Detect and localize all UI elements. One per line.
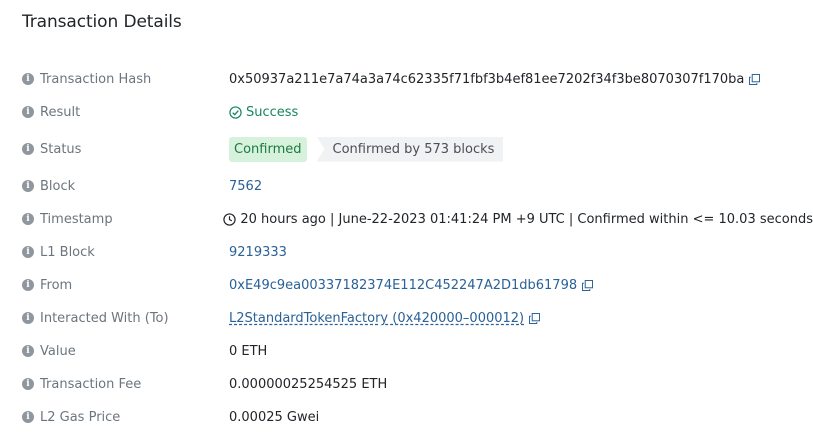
info-icon[interactable]: i [22, 411, 34, 423]
row-from: i From 0xE49c9ea00337182374E112C452247A2… [22, 275, 813, 295]
from-address-link[interactable]: 0xE49c9ea00337182374E112C452247A2D1db617… [229, 278, 577, 293]
row-timestamp: i Timestamp 20 hours ago | June-22-2023 … [22, 209, 813, 229]
row-result: i Result Success [22, 102, 813, 122]
transaction-fee-value: 0.00000025254525 ETH [229, 376, 388, 392]
info-icon[interactable]: i [22, 345, 34, 357]
info-icon[interactable]: i [22, 106, 34, 118]
info-icon[interactable]: i [22, 180, 34, 192]
l2-gas-price-label: L2 Gas Price [40, 409, 121, 425]
status-badge: Confirmed [229, 136, 307, 162]
check-circle-icon [229, 105, 242, 119]
info-icon[interactable]: i [22, 73, 34, 85]
contract-link[interactable]: L2StandardTokenFactory (0x420000–000012) [229, 311, 524, 326]
from-label: From [40, 277, 73, 293]
info-icon[interactable]: i [22, 143, 34, 155]
row-status: i Status Confirmed Confirmed by 573 bloc… [22, 136, 813, 162]
copy-icon[interactable] [749, 73, 761, 85]
confirmations-badge: Confirmed by 573 blocks [316, 136, 504, 162]
row-interacted-with: i Interacted With (To) L2StandardTokenFa… [22, 308, 813, 328]
copy-icon[interactable] [582, 279, 594, 291]
result-value: Success [246, 104, 299, 120]
row-l1-block: i L1 Block 9219333 [22, 242, 813, 262]
l2-gas-price-value: 0.00025 Gwei [229, 409, 320, 425]
transaction-fee-label: Transaction Fee [40, 376, 142, 392]
info-icon[interactable]: i [22, 378, 34, 390]
copy-icon[interactable] [529, 312, 541, 324]
value-amount: 0 ETH [229, 343, 268, 359]
interacted-with-label: Interacted With (To) [40, 310, 169, 326]
row-value: i Value 0 ETH [22, 341, 813, 361]
row-block: i Block 7562 [22, 176, 813, 196]
l1-block-link[interactable]: 9219333 [229, 245, 287, 260]
row-transaction-hash: i Transaction Hash 0x50937a211e7a74a3a74… [22, 69, 813, 89]
row-transaction-fee: i Transaction Fee 0.00000025254525 ETH [22, 374, 813, 394]
info-icon[interactable]: i [22, 312, 34, 324]
status-label: Status [40, 141, 82, 157]
row-l2-gas-price: i L2 Gas Price 0.00025 Gwei [22, 407, 813, 427]
value-label: Value [40, 343, 76, 359]
info-icon[interactable]: i [22, 213, 34, 225]
clock-icon [223, 212, 237, 226]
transaction-hash-value: 0x50937a211e7a74a3a74c62335f71fbf3b4ef81… [229, 71, 745, 87]
block-label: Block [40, 178, 76, 194]
result-label: Result [40, 104, 81, 120]
info-icon[interactable]: i [22, 279, 34, 291]
l1-block-label: L1 Block [40, 244, 95, 260]
page-title: Transaction Details [22, 12, 182, 32]
info-icon[interactable]: i [22, 246, 34, 258]
timestamp-label: Timestamp [40, 211, 113, 227]
transaction-hash-label: Transaction Hash [40, 71, 152, 87]
block-link[interactable]: 7562 [229, 179, 262, 194]
timestamp-value: 20 hours ago | June-22-2023 01:41:24 PM … [240, 211, 813, 227]
